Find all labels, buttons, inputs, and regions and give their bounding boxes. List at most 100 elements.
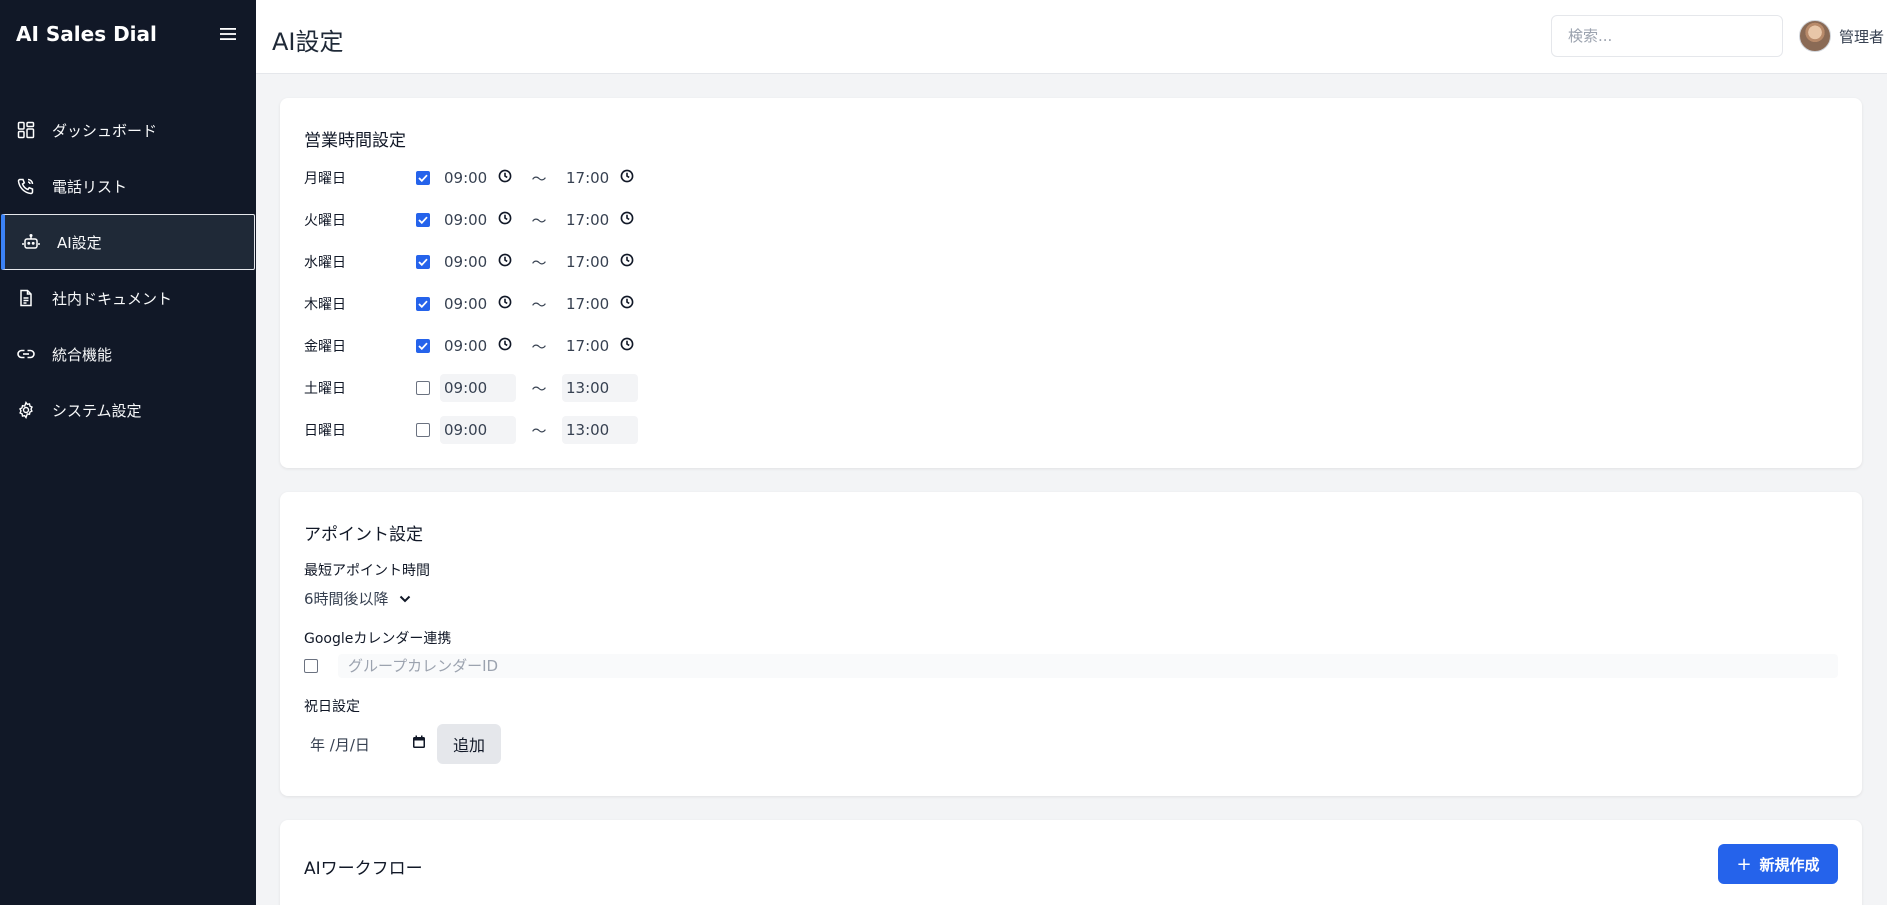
new-workflow-button[interactable]: + 新規作成	[1718, 844, 1838, 884]
min-appointment-time-select[interactable]: 6時間後以降	[304, 586, 411, 610]
time-separator: 〜	[531, 295, 547, 314]
time-separator: 〜	[531, 211, 547, 230]
business-hours-row: 土曜日 09:00 〜 13:00	[304, 374, 638, 402]
sidebar-item-system-settings[interactable]: システム設定	[0, 382, 256, 438]
end-time-value: 17:00	[566, 169, 610, 187]
group-calendar-id-input[interactable]	[338, 654, 1838, 678]
search-input[interactable]	[1551, 15, 1783, 57]
clock-icon[interactable]	[498, 295, 512, 313]
start-time-input[interactable]: 09:00	[440, 164, 516, 192]
sidebar-item-phone-list[interactable]: 電話リスト	[0, 158, 256, 214]
sidebar-item-label: 社内ドキュメント	[52, 289, 173, 308]
end-time-value: 17:00	[566, 295, 610, 313]
appointment-card: アポイント設定 最短アポイント時間 6時間後以降 Googleカレンダー連携 祝…	[280, 492, 1862, 796]
end-time-input[interactable]: 17:00	[562, 206, 638, 234]
new-workflow-label: 新規作成	[1759, 855, 1820, 874]
google-calendar-checkbox[interactable]	[304, 659, 318, 673]
holiday-settings-label: 祝日設定	[304, 699, 360, 715]
end-time-input[interactable]: 17:00	[562, 290, 638, 318]
user-name: 管理者	[1839, 27, 1885, 46]
robot-icon	[21, 232, 41, 252]
gear-icon	[16, 400, 36, 420]
start-time-value: 09:00	[444, 379, 488, 397]
day-enabled-checkbox[interactable]	[416, 423, 430, 437]
sidebar-item-label: 電話リスト	[52, 177, 128, 196]
ai-workflow-title: AIワークフロー	[304, 859, 423, 879]
clock-icon[interactable]	[498, 169, 512, 187]
user-menu[interactable]: 管理者	[1799, 20, 1884, 52]
business-hours-row: 木曜日 09:00 〜 17:00	[304, 290, 638, 318]
time-separator: 〜	[531, 169, 547, 188]
end-time-input[interactable]: 13:00	[562, 416, 638, 444]
time-separator: 〜	[531, 337, 547, 356]
add-holiday-button[interactable]: 追加	[437, 724, 501, 764]
time-separator: 〜	[531, 253, 547, 272]
day-enabled-checkbox[interactable]	[416, 255, 430, 269]
day-enabled-checkbox[interactable]	[416, 339, 430, 353]
google-calendar-row	[304, 654, 1838, 678]
end-time-input[interactable]: 17:00	[562, 248, 638, 276]
time-separator: 〜	[531, 379, 547, 398]
min-appointment-time-label: 最短アポイント時間	[304, 563, 430, 579]
start-time-value: 09:00	[444, 421, 488, 439]
link-icon	[16, 344, 36, 364]
business-hours-row: 日曜日 09:00 〜 13:00	[304, 416, 638, 444]
end-time-input[interactable]: 17:00	[562, 332, 638, 360]
end-time-input[interactable]: 17:00	[562, 164, 638, 192]
start-time-input[interactable]: 09:00	[440, 374, 516, 402]
top-header: AI設定 管理者	[256, 0, 1887, 74]
chevron-down-icon	[399, 589, 411, 607]
day-label: 月曜日	[304, 171, 346, 187]
day-label: 金曜日	[304, 339, 346, 355]
end-time-value: 13:00	[566, 379, 610, 397]
end-time-value: 17:00	[566, 211, 610, 229]
start-time-input[interactable]: 09:00	[440, 332, 516, 360]
sidebar: AI Sales Dial ダッシュボード 電話リスト AI設定 社内ドキュメン…	[0, 0, 256, 905]
start-time-input[interactable]: 09:00	[440, 206, 516, 234]
day-enabled-checkbox[interactable]	[416, 381, 430, 395]
date-placeholder: 年 /月/日	[310, 735, 370, 754]
clock-icon[interactable]	[498, 211, 512, 229]
sidebar-item-documents[interactable]: 社内ドキュメント	[0, 270, 256, 326]
business-hours-title: 営業時間設定	[304, 131, 406, 151]
holiday-date-input[interactable]: 年 /月/日	[304, 724, 432, 764]
day-enabled-checkbox[interactable]	[416, 297, 430, 311]
sidebar-item-integrations[interactable]: 統合機能	[0, 326, 256, 382]
clock-icon[interactable]	[498, 337, 512, 355]
clock-icon[interactable]	[498, 253, 512, 271]
business-hours-row: 月曜日 09:00 〜 17:00	[304, 164, 638, 192]
start-time-value: 09:00	[444, 169, 488, 187]
day-label: 火曜日	[304, 213, 346, 229]
clock-icon[interactable]	[620, 253, 634, 271]
avatar[interactable]	[1799, 20, 1831, 52]
hamburger-menu-icon[interactable]	[216, 22, 240, 46]
start-time-value: 09:00	[444, 295, 488, 313]
business-hours-row: 火曜日 09:00 〜 17:00	[304, 206, 638, 234]
start-time-input[interactable]: 09:00	[440, 248, 516, 276]
day-enabled-checkbox[interactable]	[416, 213, 430, 227]
day-enabled-checkbox[interactable]	[416, 171, 430, 185]
sidebar-item-ai-settings[interactable]: AI設定	[1, 214, 255, 270]
plus-icon: +	[1736, 853, 1752, 875]
end-time-input[interactable]: 13:00	[562, 374, 638, 402]
clock-icon[interactable]	[620, 211, 634, 229]
end-time-value: 13:00	[566, 421, 610, 439]
page-title: AI設定	[272, 28, 344, 56]
start-time-input[interactable]: 09:00	[440, 416, 516, 444]
sidebar-item-label: システム設定	[52, 401, 142, 420]
start-time-input[interactable]: 09:00	[440, 290, 516, 318]
calendar-icon[interactable]	[412, 735, 426, 753]
phone-icon	[16, 176, 36, 196]
day-label: 木曜日	[304, 297, 346, 313]
app-title: AI Sales Dial	[16, 22, 157, 46]
time-separator: 〜	[531, 421, 547, 440]
business-hours-row: 金曜日 09:00 〜 17:00	[304, 332, 638, 360]
clock-icon[interactable]	[620, 295, 634, 313]
sidebar-item-label: AI設定	[57, 233, 102, 252]
clock-icon[interactable]	[620, 337, 634, 355]
start-time-value: 09:00	[444, 337, 488, 355]
clock-icon[interactable]	[620, 169, 634, 187]
appointment-title: アポイント設定	[304, 525, 423, 545]
day-label: 土曜日	[304, 381, 346, 397]
sidebar-item-dashboard[interactable]: ダッシュボード	[0, 102, 256, 158]
